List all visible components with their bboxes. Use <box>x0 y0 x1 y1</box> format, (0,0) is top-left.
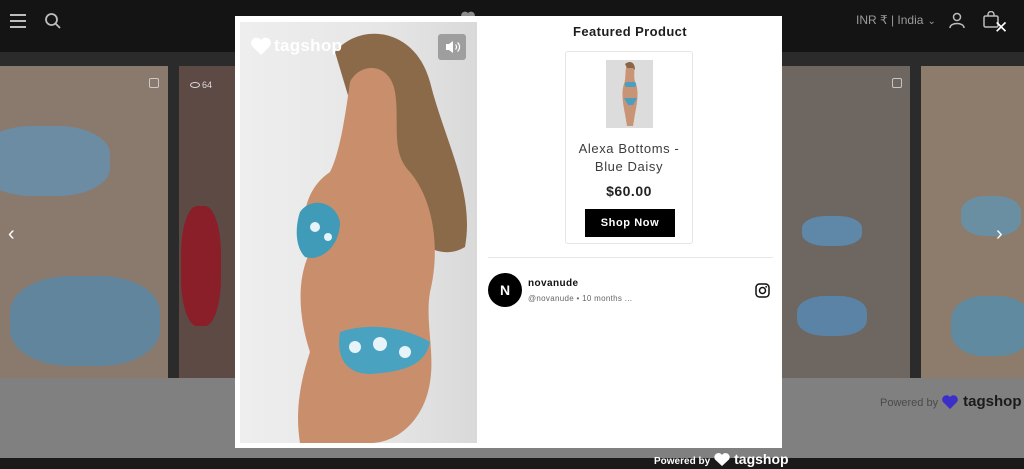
author-name[interactable]: novanude <box>528 278 578 289</box>
product-thumbnail[interactable] <box>606 60 653 128</box>
tagshop-heart-icon <box>251 37 271 55</box>
shopping-bag-icon <box>149 78 159 88</box>
featured-product-heading: Featured Product <box>573 24 688 39</box>
gallery-tile[interactable] <box>782 66 910 378</box>
product-thumbnail-image <box>606 60 653 128</box>
shop-now-button[interactable]: Shop Now <box>585 209 675 237</box>
author-handle-time: @novanude • 10 months ... <box>528 294 633 303</box>
chevron-down-icon: ⌄ <box>927 16 936 27</box>
close-icon[interactable]: ✕ <box>994 19 1008 36</box>
post-photo: tagshop <box>240 22 477 443</box>
avatar[interactable]: N <box>488 273 522 307</box>
post-modal: tagshop Featured Product Alexa Bottoms -… <box>235 16 782 448</box>
product-price: $60.00 <box>606 183 652 199</box>
product-card[interactable]: Alexa Bottoms - Blue Daisy $60.00 Shop N… <box>565 51 693 244</box>
speaker-icon <box>446 41 461 53</box>
model-image <box>296 33 467 443</box>
prev-arrow-icon[interactable]: ‹ <box>8 224 15 244</box>
powered-by-footer[interactable]: Powered by tagshop <box>654 451 789 467</box>
tagshop-heart-icon <box>714 453 730 466</box>
divider <box>488 257 773 258</box>
tagshop-heart-icon <box>942 395 958 409</box>
next-arrow-icon[interactable]: › <box>996 224 1003 244</box>
account-icon[interactable] <box>948 11 966 29</box>
tagshop-logo: tagshop <box>250 36 342 56</box>
search-icon[interactable] <box>44 12 62 30</box>
mute-toggle-button[interactable] <box>438 34 466 60</box>
shopping-bag-icon <box>892 78 902 88</box>
currency-label: INR ₹ | India <box>856 13 924 27</box>
instagram-icon[interactable] <box>755 283 770 298</box>
powered-by-badge[interactable]: Powered by tagshop <box>880 393 1022 410</box>
view-count: 64 <box>190 80 212 90</box>
gallery-tile[interactable] <box>179 66 235 378</box>
product-name[interactable]: Alexa Bottoms - Blue Daisy <box>566 140 692 176</box>
gallery-tile[interactable] <box>0 66 168 378</box>
gallery-tile[interactable] <box>921 66 1024 378</box>
footer-bar <box>0 458 1024 469</box>
currency-selector[interactable]: INR ₹ | India ⌄ <box>856 13 936 27</box>
menu-icon[interactable] <box>10 14 26 28</box>
eye-icon <box>190 82 200 88</box>
